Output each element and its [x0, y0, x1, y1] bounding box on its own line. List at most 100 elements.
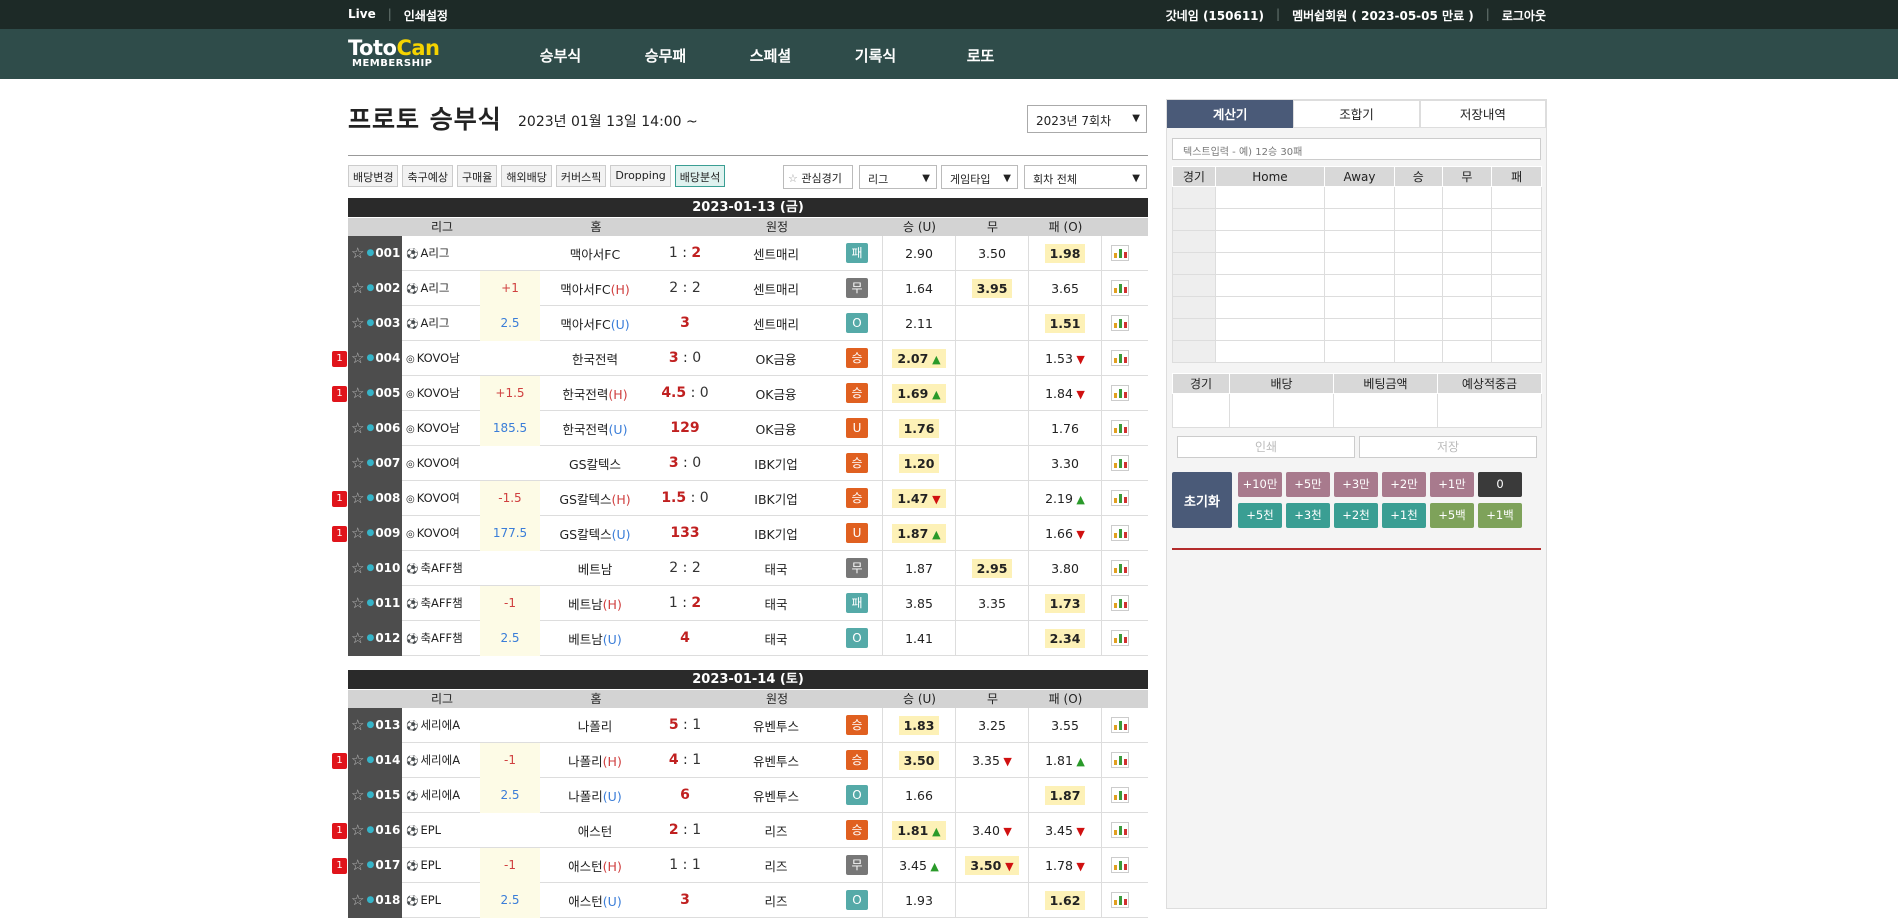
chart-cell[interactable] — [1101, 375, 1137, 411]
toolbar-button[interactable]: 배당변경 — [348, 165, 399, 187]
star-icon[interactable]: ☆ — [351, 559, 364, 577]
draw-odds[interactable]: 3.95 — [955, 270, 1028, 306]
chart-icon[interactable] — [1110, 752, 1129, 768]
win-odds[interactable]: 3.85 — [882, 585, 955, 621]
chart-icon[interactable] — [1110, 857, 1129, 873]
amount-key[interactable]: +1백 — [1478, 503, 1522, 528]
draw-odds[interactable] — [955, 305, 1028, 341]
chart-cell[interactable] — [1101, 847, 1137, 883]
round-filter-select[interactable]: 회차 전체 ▼ — [1024, 165, 1147, 189]
match-row[interactable]: ☆ ● 010 ⚽ 축AFF챔 베트남 2 : 2 태국 무 1.87 2.95 3.80 — [348, 550, 1148, 586]
amount-key[interactable]: +1만 — [1430, 472, 1474, 497]
win-odds[interactable]: 1.81 ▲ — [882, 812, 955, 848]
win-odds[interactable]: 1.87 — [882, 550, 955, 586]
chart-cell[interactable] — [1101, 445, 1137, 481]
lose-odds[interactable]: 2.19 ▲ — [1028, 480, 1101, 516]
chart-icon[interactable] — [1110, 892, 1129, 908]
win-odds[interactable]: 1.93 — [882, 882, 955, 918]
menu-item[interactable]: 승무패 — [613, 45, 718, 66]
logo[interactable]: TotoCan MEMBERSHIP — [348, 38, 448, 72]
lose-odds[interactable]: 1.98 — [1028, 235, 1101, 271]
lose-odds[interactable]: 1.84 ▼ — [1028, 375, 1101, 411]
win-odds[interactable]: 1.87 ▲ — [882, 515, 955, 551]
amount-key[interactable]: 0 — [1478, 472, 1522, 497]
lose-odds[interactable]: 3.80 — [1028, 550, 1101, 586]
star-icon[interactable]: ☆ — [351, 891, 364, 909]
print-button[interactable]: 인쇄 — [1177, 436, 1355, 458]
amount-key[interactable]: +2만 — [1382, 472, 1426, 497]
match-row[interactable]: ☆ ● 009 ◎ KOVO여 177.5 GS칼텍스(U) 133 IBK기업 U 1.87 ▲ 1… — [348, 515, 1148, 551]
match-row[interactable]: ☆ ● 017 ⚽ EPL -1 애스턴(H) 1 : 1 리즈 무 3.45 ▲ 3.50 ▼ 1.7… — [348, 847, 1148, 883]
lose-odds[interactable]: 1.53 ▼ — [1028, 340, 1101, 376]
logout-link[interactable]: 로그아웃 — [1502, 7, 1546, 24]
star-icon[interactable]: ☆ — [351, 419, 364, 437]
win-odds[interactable]: 1.76 — [882, 410, 955, 446]
chart-cell[interactable] — [1101, 707, 1137, 743]
match-row[interactable]: ☆ ● 002 ⚽ A리그 +1 맥아서FC(H) 2 : 2 센트매리 무 1.64 3.95 3.6… — [348, 270, 1148, 306]
draw-odds[interactable] — [955, 375, 1028, 411]
chart-cell[interactable] — [1101, 270, 1137, 306]
draw-odds[interactable] — [955, 882, 1028, 918]
toolbar-button[interactable]: 축구예상 — [402, 165, 453, 187]
win-odds[interactable]: 3.45 ▲ — [882, 847, 955, 883]
toolbar-button[interactable]: 해외배당 — [501, 165, 552, 187]
chart-icon[interactable] — [1110, 350, 1129, 366]
chart-cell[interactable] — [1101, 235, 1137, 271]
chart-cell[interactable] — [1101, 777, 1137, 813]
chart-icon[interactable] — [1110, 595, 1129, 611]
chart-icon[interactable] — [1110, 490, 1129, 506]
chart-icon[interactable] — [1110, 630, 1129, 646]
chart-cell[interactable] — [1101, 480, 1137, 516]
reset-button[interactable]: 초기화 — [1172, 472, 1232, 528]
toolbar-button[interactable]: Dropping — [610, 165, 671, 187]
draw-odds[interactable] — [955, 620, 1028, 656]
draw-odds[interactable]: 3.40 ▼ — [955, 812, 1028, 848]
draw-odds[interactable]: 3.50 — [955, 235, 1028, 271]
round-select[interactable]: 2023년 7회차 ▼ — [1027, 105, 1147, 133]
win-odds[interactable]: 1.20 — [882, 445, 955, 481]
star-icon[interactable]: ☆ — [351, 751, 364, 769]
lose-odds[interactable]: 1.66 ▼ — [1028, 515, 1101, 551]
amount-key[interactable]: +5만 — [1286, 472, 1330, 497]
match-row[interactable]: ☆ ● 016 ⚽ EPL 애스턴 2 : 1 리즈 승 1.81 ▲ 3.40 ▼ 3.45 ▼ — [348, 812, 1148, 848]
chart-cell[interactable] — [1101, 812, 1137, 848]
lose-odds[interactable]: 3.55 — [1028, 707, 1101, 743]
star-icon[interactable]: ☆ — [351, 856, 364, 874]
chart-icon[interactable] — [1110, 455, 1129, 471]
match-row[interactable]: ☆ ● 005 ◎ KOVO남 +1.5 한국전력(H) 4.5 : 0 OK금융 승 1.69 ▲… — [348, 375, 1148, 411]
chart-icon[interactable] — [1110, 787, 1129, 803]
win-odds[interactable]: 1.47 ▼ — [882, 480, 955, 516]
amount-key[interactable]: +2천 — [1334, 503, 1378, 528]
toolbar-button[interactable]: 구매율 — [456, 165, 498, 187]
star-icon[interactable]: ☆ — [351, 279, 364, 297]
chart-icon[interactable] — [1110, 245, 1129, 261]
draw-odds[interactable]: 3.25 — [955, 707, 1028, 743]
star-icon[interactable]: ☆ — [351, 629, 364, 647]
lose-odds[interactable]: 1.73 — [1028, 585, 1101, 621]
star-icon[interactable]: ☆ — [351, 716, 364, 734]
star-icon[interactable]: ☆ — [351, 524, 364, 542]
win-odds[interactable]: 2.90 — [882, 235, 955, 271]
match-row[interactable]: ☆ ● 003 ⚽ A리그 2.5 맥아서FC(U) 3 센트매리 O 2.11 1.51 — [348, 305, 1148, 341]
star-icon[interactable]: ☆ — [351, 314, 364, 332]
chart-icon[interactable] — [1110, 822, 1129, 838]
win-odds[interactable]: 1.69 ▲ — [882, 375, 955, 411]
chart-cell[interactable] — [1101, 550, 1137, 586]
lose-odds[interactable]: 3.65 — [1028, 270, 1101, 306]
chart-cell[interactable] — [1101, 742, 1137, 778]
amount-key[interactable]: +3천 — [1286, 503, 1330, 528]
side-tab[interactable]: 조합기 — [1293, 100, 1420, 128]
amount-key[interactable]: +10만 — [1238, 472, 1282, 497]
win-odds[interactable]: 1.64 — [882, 270, 955, 306]
menu-item[interactable]: 스페셜 — [718, 45, 823, 66]
side-tab[interactable]: 저장내역 — [1419, 100, 1546, 128]
chart-icon[interactable] — [1110, 315, 1129, 331]
win-odds[interactable]: 2.07 ▲ — [882, 340, 955, 376]
chart-cell[interactable] — [1101, 620, 1137, 656]
draw-odds[interactable] — [955, 777, 1028, 813]
league-select[interactable]: 리그 ▼ — [859, 165, 937, 189]
lose-odds[interactable]: 3.30 — [1028, 445, 1101, 481]
chart-cell[interactable] — [1101, 882, 1137, 918]
print-settings-link[interactable]: 인쇄설정 — [404, 7, 448, 24]
match-row[interactable]: ☆ ● 001 ⚽ A리그 맥아서FC 1 : 2 센트매리 패 2.90 3.50 1.98 — [348, 235, 1148, 271]
